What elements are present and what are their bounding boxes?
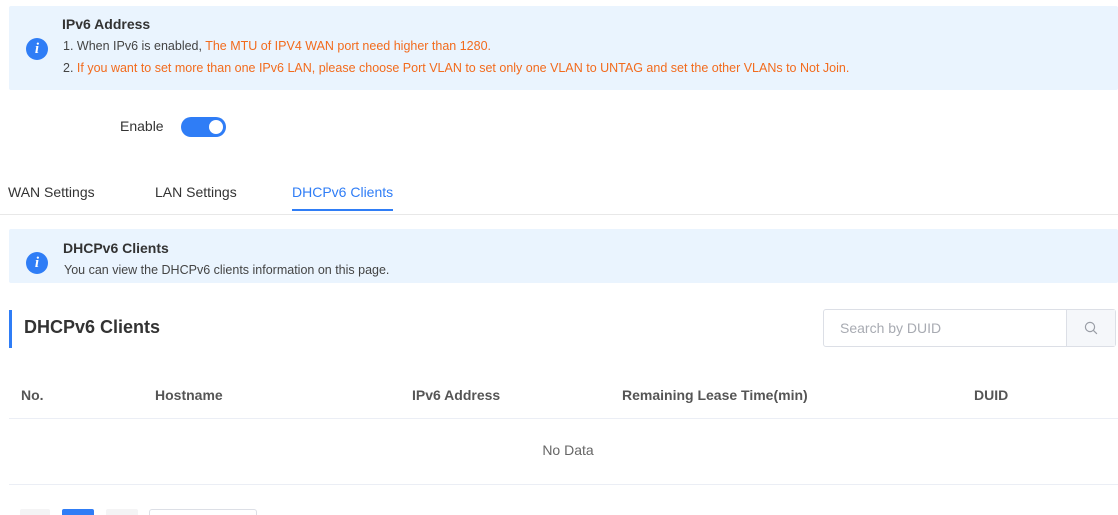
pagination-current-page[interactable] [62, 509, 94, 515]
info-icon: i [26, 38, 48, 60]
table-header-row: No. Hostname IPv6 Address Remaining Leas… [9, 373, 1118, 419]
toggle-knob [209, 120, 223, 134]
banner-note-2-prefix: 2. [63, 61, 77, 75]
enable-label: Enable [120, 118, 164, 134]
pagination-page-size-select[interactable] [149, 509, 257, 515]
banner-description: You can view the DHCPv6 clients informat… [64, 263, 390, 277]
banner-note-1-prefix: 1. When IPv6 is enabled, [63, 39, 206, 53]
column-header-ipv6-address: IPv6 Address [412, 387, 501, 403]
column-header-lease-time: Remaining Lease Time(min) [622, 387, 808, 403]
column-header-hostname: Hostname [155, 387, 223, 403]
enable-toggle[interactable] [181, 117, 226, 137]
column-header-no: No. [21, 387, 44, 403]
tab-lan-settings[interactable]: LAN Settings [155, 184, 237, 210]
info-icon: i [26, 252, 48, 274]
dhcpv6-clients-table: No. Hostname IPv6 Address Remaining Leas… [9, 373, 1118, 485]
banner-note-2-warning: If you want to set more than one IPv6 LA… [76, 61, 850, 75]
banner-note-1-warning: The MTU of IPV4 WAN port need higher tha… [205, 39, 492, 53]
tab-wan-settings[interactable]: WAN Settings [8, 184, 95, 210]
search-icon [1084, 321, 1098, 335]
empty-message: No Data [542, 442, 594, 458]
banner-note-1: 1. When IPv6 is enabled, The MTU of IPV4… [63, 39, 491, 53]
banner-title: DHCPv6 Clients [63, 240, 169, 256]
search-input[interactable] [824, 310, 1066, 346]
search-box [823, 309, 1116, 347]
banner-note-2: 2. If you want to set more than one IPv6… [63, 61, 849, 75]
dhcpv6-info-banner: i DHCPv6 Clients You can view the DHCPv6… [9, 229, 1118, 283]
tab-dhcpv6-clients[interactable]: DHCPv6 Clients [292, 184, 394, 211]
section-title: DHCPv6 Clients [24, 317, 161, 337]
ipv6-settings-page: i IPv6 Address 1. When IPv6 is enabled, … [0, 0, 1118, 515]
search-button[interactable] [1066, 310, 1115, 346]
table-empty-row: No Data [9, 419, 1118, 485]
pagination-next-button[interactable] [106, 509, 138, 515]
section-accent-bar [9, 310, 12, 348]
ipv6-info-banner: i IPv6 Address 1. When IPv6 is enabled, … [9, 6, 1118, 90]
column-header-duid: DUID [974, 387, 1009, 403]
settings-tabs: WAN Settings LAN Settings DHCPv6 Clients [0, 174, 1118, 215]
pagination-prev-button[interactable] [20, 509, 50, 515]
banner-title: IPv6 Address [62, 16, 151, 32]
